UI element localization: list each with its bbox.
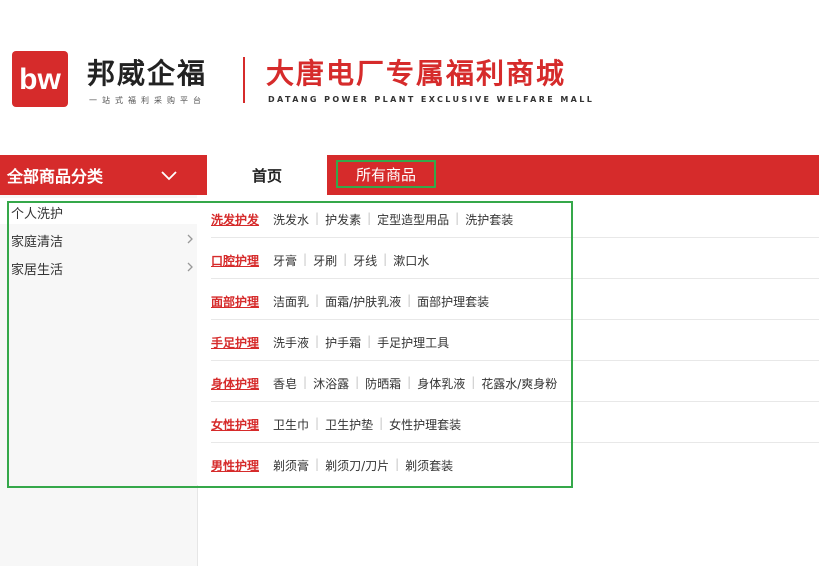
brand-tagline: 一站式福利采购平台 [89,96,206,105]
separator: | [367,211,372,225]
sidebar-item-label: 个人洗护 [11,207,64,222]
category-row: 女性护理 卫生巾 | 卫生护垫 | 女性护理套装 [211,402,819,443]
header-divider [243,57,245,103]
separator: | [315,293,320,307]
mall-subtitle: DATANG POWER PLANT EXCLUSIVE WELFARE MAL… [268,95,595,104]
category-link[interactable]: 身体护理 [211,375,259,392]
category-row: 男性护理 剃须膏 | 剃须刀/刀片 | 剃须套装 [211,443,819,483]
subcategory-link[interactable]: 防晒霜 [365,375,401,392]
subcategory-list: 剃须膏 | 剃须刀/刀片 | 剃须套装 [273,457,453,474]
subcategory-link[interactable]: 香皂 [273,375,297,392]
subcategory-link[interactable]: 剃须套装 [405,457,453,474]
subcategory-list: 洗手液 | 护手霜 | 手足护理工具 [273,334,449,351]
nav-all-products-tab[interactable]: 所有商品 [336,160,436,188]
separator: | [343,252,348,266]
category-link[interactable]: 洗发护发 [211,211,259,228]
category-sidebar: 个人洗护 家庭清洁 家居生活 [0,195,198,566]
sidebar-item-home-cleaning[interactable]: 家庭清洁 [0,226,197,252]
nav-home-tab[interactable]: 首页 [207,155,327,195]
site-header: bw 邦威企福 一站式福利采购平台 大唐电厂专属福利商城 DATANG POWE… [0,0,819,155]
subcategory-link[interactable]: 花露水/爽身粉 [481,375,557,392]
category-row: 身体护理 香皂 | 沐浴露 | 防晒霜 | 身体乳液 | 花露水/爽身粉 [211,361,819,402]
category-row: 口腔护理 牙膏 | 牙刷 | 牙线 | 漱口水 [211,238,819,279]
category-row: 面部护理 洁面乳 | 面霜/护肤乳液 | 面部护理套装 [211,279,819,320]
subcategory-link[interactable]: 护发素 [325,211,361,228]
separator: | [315,211,320,225]
subcategory-link[interactable]: 洗发水 [273,211,309,228]
subcategory-link[interactable]: 洁面乳 [273,293,309,310]
category-row: 洗发护发 洗发水 | 护发素 | 定型造型用品 | 洗护套装 [211,197,819,238]
category-row: 手足护理 洗手液 | 护手霜 | 手足护理工具 [211,320,819,361]
separator: | [355,375,360,389]
separator: | [383,252,388,266]
svg-text:bw: bw [19,63,61,96]
mall-title: 大唐电厂专属福利商城 [266,57,567,90]
sidebar-item-home-living[interactable]: 家居生活 [0,254,197,280]
subcategory-list: 卫生巾 | 卫生护垫 | 女性护理套装 [273,416,461,433]
subcategory-list: 香皂 | 沐浴露 | 防晒霜 | 身体乳液 | 花露水/爽身粉 [273,375,557,392]
all-categories-toggle[interactable]: 全部商品分类 [0,155,207,195]
subcategory-link[interactable]: 剃须膏 [273,457,309,474]
separator: | [303,375,308,389]
all-categories-label: 全部商品分类 [7,167,104,186]
chevron-right-icon [186,261,194,277]
separator: | [367,334,372,348]
separator: | [471,375,476,389]
subcategory-link[interactable]: 面霜/护肤乳液 [325,293,401,310]
subcategory-link[interactable]: 面部护理套装 [417,293,489,310]
subcategory-link[interactable]: 牙线 [353,252,377,269]
subcategory-link[interactable]: 洗手液 [273,334,309,351]
subcategory-link[interactable]: 漱口水 [393,252,429,269]
category-link[interactable]: 男性护理 [211,457,259,474]
subcategory-list: 牙膏 | 牙刷 | 牙线 | 漱口水 [273,252,429,269]
category-link[interactable]: 女性护理 [211,416,259,433]
subcategory-link[interactable]: 身体乳液 [417,375,465,392]
category-link[interactable]: 手足护理 [211,334,259,351]
subcategory-link[interactable]: 洗护套装 [465,211,513,228]
subcategory-link[interactable]: 手足护理工具 [377,334,449,351]
separator: | [455,211,460,225]
separator: | [315,416,320,430]
subcategory-link[interactable]: 牙膏 [273,252,297,269]
sidebar-item-personal-care[interactable]: 个人洗护 [0,198,197,224]
sidebar-item-label: 家居生活 [11,263,64,278]
subcategory-link[interactable]: 女性护理套装 [389,416,461,433]
separator: | [407,293,412,307]
separator: | [395,457,400,471]
subcategory-link[interactable]: 沐浴露 [313,375,349,392]
bw-logo-icon[interactable]: bw [12,51,68,107]
chevron-down-icon [160,167,178,186]
separator: | [407,375,412,389]
sidebar-item-label: 家庭清洁 [11,235,64,250]
subcategory-link[interactable]: 剃须刀/刀片 [325,457,389,474]
brand-name: 邦威企福 [87,57,208,90]
category-link[interactable]: 面部护理 [211,293,259,310]
subcategory-link[interactable]: 定型造型用品 [377,211,449,228]
subcategory-link[interactable]: 护手霜 [325,334,361,351]
category-link[interactable]: 口腔护理 [211,252,259,269]
subcategory-link[interactable]: 卫生护垫 [325,416,373,433]
chevron-right-icon [186,233,194,249]
subcategory-list: 洁面乳 | 面霜/护肤乳液 | 面部护理套装 [273,293,489,310]
subcategory-list: 洗发水 | 护发素 | 定型造型用品 | 洗护套装 [273,211,513,228]
separator: | [315,334,320,348]
separator: | [315,457,320,471]
separator: | [379,416,384,430]
separator: | [303,252,308,266]
subcategory-link[interactable]: 卫生巾 [273,416,309,433]
category-dropdown-panel: 洗发护发 洗发水 | 护发素 | 定型造型用品 | 洗护套装 口腔护理 牙膏 | 牙刷 |… [197,195,819,485]
subcategory-link[interactable]: 牙刷 [313,252,337,269]
